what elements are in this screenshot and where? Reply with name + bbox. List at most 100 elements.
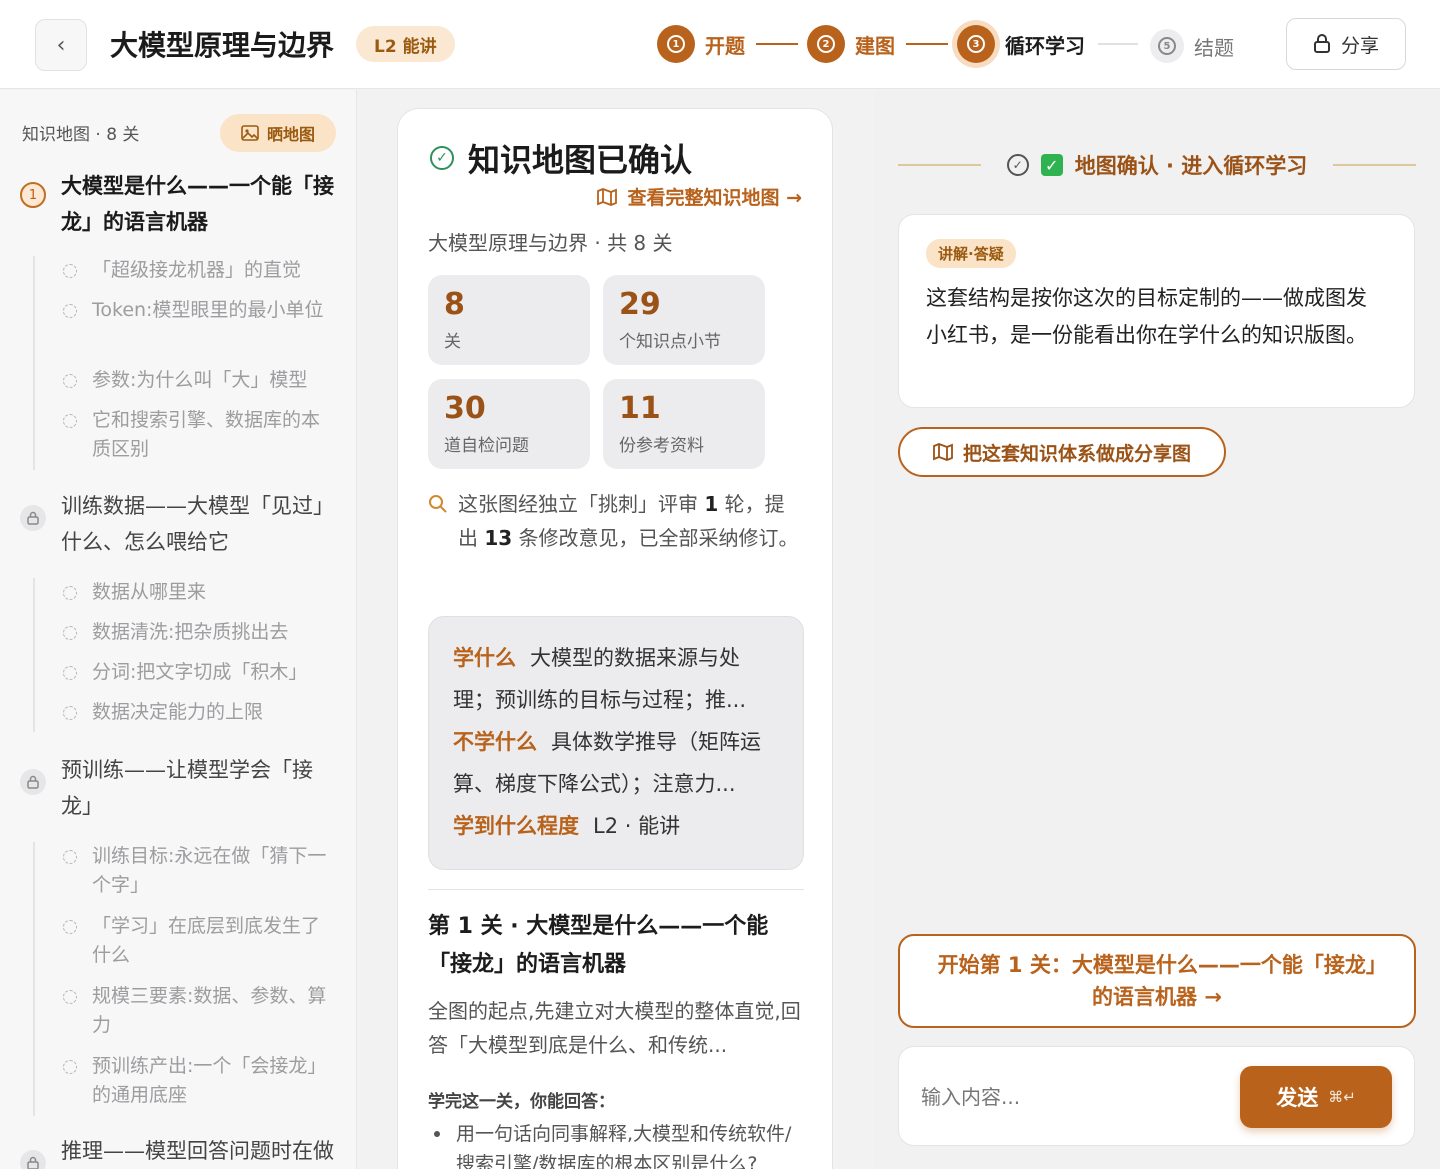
check-circle-icon: ✓ — [430, 146, 454, 170]
step-number-icon: 2 — [817, 35, 835, 53]
enter-key-icon: ⌘↵ — [1328, 1088, 1356, 1106]
banner-text: 地图确认 · 进入循环学习 — [1074, 154, 1308, 178]
search-icon — [429, 495, 447, 513]
chevron-left-icon: ‹ — [56, 32, 66, 58]
pending-icon — [63, 264, 77, 278]
sidebar-chapter-4[interactable]: 推理——模型回答问题时在做 — [20, 1133, 341, 1169]
step-4[interactable]: 5 结题 — [1150, 25, 1234, 67]
status-banner: ✓ ✓ 地图确认 · 进入循环学习 — [898, 150, 1417, 180]
sidebar-chapter-3[interactable]: 预训练——让模型学会「接龙」 — [20, 752, 341, 824]
step-number-icon: 5 — [1158, 37, 1176, 55]
level-questions-heading: 学完这一关，你能回答： — [428, 1092, 615, 1112]
map-icon — [933, 443, 953, 461]
list-item[interactable]: 预训练产出:一个「会接龙」的通用底座 — [35, 1052, 335, 1116]
list-item[interactable]: 规模三要素:数据、参数、算力 — [35, 982, 335, 1052]
pending-icon — [63, 706, 77, 720]
level-question-item: 用一句话向同事解释,大模型和传统软件/搜索引擎/数据库的根本区别是什么? — [428, 1119, 808, 1169]
assistant-message: 讲解·答疑 这套结构是按你这次的目标定制的——做成图发小红书，是一份能看出你在学… — [898, 214, 1415, 408]
show-map-label: 晒地图 — [266, 125, 315, 144]
pending-icon — [63, 374, 77, 388]
step-label: 开题 — [705, 33, 745, 58]
chat-panel: ✓ ✓ 地图确认 · 进入循环学习 讲解·答疑 这套结构是按你这次的目标定制的—… — [873, 90, 1440, 1169]
share-button[interactable]: 分享 — [1286, 18, 1406, 70]
view-full-map-link[interactable]: 查看完整知识地图 → — [597, 183, 802, 210]
divider — [1333, 164, 1417, 166]
chapter-3-sublist: 训练目标:永远在做「猜下一个字」 「学习」在底层到底发生了什么 规模三要素:数据… — [33, 842, 335, 1116]
list-item[interactable]: 「超级接龙机器」的直觉 — [35, 256, 335, 296]
map-icon — [597, 187, 618, 206]
level-description: 全图的起点,先建立对大模型的整体直觉,回答「大模型到底是什么、和传统... — [428, 999, 801, 1057]
scope-skip-key: 不学什么 — [453, 730, 537, 754]
sidebar-chapter-1[interactable]: 1 大模型是什么——一个能「接龙」的语言机器 — [20, 168, 341, 240]
card-title: ✓ 知识地图已确认 — [430, 135, 692, 181]
chapter-1-sublist: 「超级接龙机器」的直觉 Token:模型眼里的最小单位 参数:为什么叫「大」模型… — [33, 256, 335, 470]
message-text: 这套结构是按你这次的目标定制的——做成图发小红书，是一份能看出你在学什么的知识版… — [926, 286, 1367, 347]
chapter-2-sublist: 数据从哪里来 数据清洗:把杂质挑出去 分词:把文字切成「积木」 数据决定能力的上… — [33, 578, 335, 732]
page-title: 大模型原理与边界 — [110, 29, 335, 62]
pending-icon — [63, 414, 77, 428]
chapter-title: 大模型是什么——一个能「接龙」的语言机器 — [61, 174, 334, 234]
sidebar-heading: 知识地图 · 8 关 — [22, 125, 140, 145]
step-number-icon: 3 — [967, 35, 985, 53]
map-summary-panel: ✓ 知识地图已确认 查看完整知识地图 → 大模型原理与边界 · 共 8 关 8 … — [358, 90, 872, 1169]
step-connector — [1098, 43, 1138, 45]
step-3[interactable]: 3 循环学习 — [957, 23, 1085, 65]
list-item[interactable]: 它和搜索引擎、数据库的本质区别 — [35, 406, 335, 470]
pending-icon — [63, 990, 77, 1004]
pending-icon — [63, 626, 77, 640]
chapter-title: 推理——模型回答问题时在做 — [61, 1139, 334, 1163]
chapter-number-icon: 1 — [20, 182, 46, 208]
top-header: ‹ 大模型原理与边界 L2 能讲 1 开题 2 建图 3 循环学习 5 结题 分… — [0, 0, 1440, 89]
chapter-title: 预训练——让模型学会「接龙」 — [61, 758, 313, 818]
create-share-image-button[interactable]: 把这套知识体系做成分享图 — [898, 427, 1226, 477]
share-label: 分享 — [1340, 34, 1379, 57]
divider — [428, 889, 804, 890]
sidebar-chapter-2[interactable]: 训练数据——大模型「见过」什么、怎么喂给它 — [20, 488, 341, 560]
level-badge: L2 能讲 — [356, 26, 455, 62]
step-label: 结题 — [1194, 35, 1234, 60]
lock-icon — [20, 1150, 46, 1169]
start-level-button[interactable]: 开始第 1 关：大模型是什么——一个能「接龙」的语言机器 → — [898, 934, 1416, 1028]
step-number-icon: 1 — [667, 35, 685, 53]
pending-icon — [63, 666, 77, 680]
lock-icon — [20, 769, 46, 795]
show-map-button[interactable]: 晒地图 — [220, 114, 336, 152]
stat-questions: 30 道自检问题 — [428, 379, 590, 469]
chapter-title: 训练数据——大模型「见过」什么、怎么喂给它 — [61, 494, 334, 554]
pending-icon — [63, 1060, 77, 1074]
lock-icon — [20, 505, 46, 531]
divider — [898, 164, 981, 166]
image-icon — [241, 125, 259, 141]
stat-levels: 8 关 — [428, 275, 590, 365]
list-item[interactable]: 「学习」在底层到底发生了什么 — [35, 912, 335, 982]
review-note: 这张图经独立「挑刺」评审 1 轮，提出 13 条修改意见，已全部采纳修订。 — [428, 487, 804, 555]
chat-input[interactable] — [921, 1077, 1221, 1117]
step-1[interactable]: 1 开题 — [657, 23, 745, 65]
back-button[interactable]: ‹ — [35, 19, 87, 71]
map-confirmed-card: ✓ 知识地图已确认 查看完整知识地图 → 大模型原理与边界 · 共 8 关 8 … — [397, 108, 833, 1169]
pending-icon — [63, 850, 77, 864]
learning-scope-box: 学什么 大模型的数据来源与处理；预训练的目标与过程；推... 不学什么 具体数学推导… — [428, 616, 804, 870]
stat-knowledge-points: 29 个知识点小节 — [603, 275, 765, 365]
list-item[interactable]: Token:模型眼里的最小单位 — [35, 296, 335, 366]
list-item[interactable]: 数据从哪里来 — [35, 578, 335, 618]
step-label: 建图 — [855, 33, 895, 58]
scope-depth-value: L2 · 能讲 — [593, 814, 681, 838]
list-item[interactable]: 数据决定能力的上限 — [35, 698, 335, 732]
green-check-icon: ✓ — [1040, 154, 1063, 176]
list-item[interactable]: 训练目标:永远在做「猜下一个字」 — [35, 842, 335, 912]
list-item[interactable]: 参数:为什么叫「大」模型 — [35, 366, 335, 406]
send-button[interactable]: 发送 ⌘↵ — [1240, 1066, 1392, 1128]
step-2[interactable]: 2 建图 — [807, 23, 895, 65]
scope-depth-key: 学到什么程度 — [453, 814, 579, 838]
list-item[interactable]: 数据清洗:把杂质挑出去 — [35, 618, 335, 658]
stat-references: 11 份参考资料 — [603, 379, 765, 469]
step-connector — [756, 43, 798, 45]
chat-input-box: 发送 ⌘↵ — [898, 1046, 1415, 1146]
list-item[interactable]: 分词:把文字切成「积木」 — [35, 658, 335, 698]
map-subtitle: 大模型原理与边界 · 共 8 关 — [428, 231, 673, 255]
scope-learn-key: 学什么 — [453, 646, 516, 670]
pending-icon — [63, 920, 77, 934]
pending-icon — [63, 586, 77, 600]
step-connector — [906, 43, 948, 45]
